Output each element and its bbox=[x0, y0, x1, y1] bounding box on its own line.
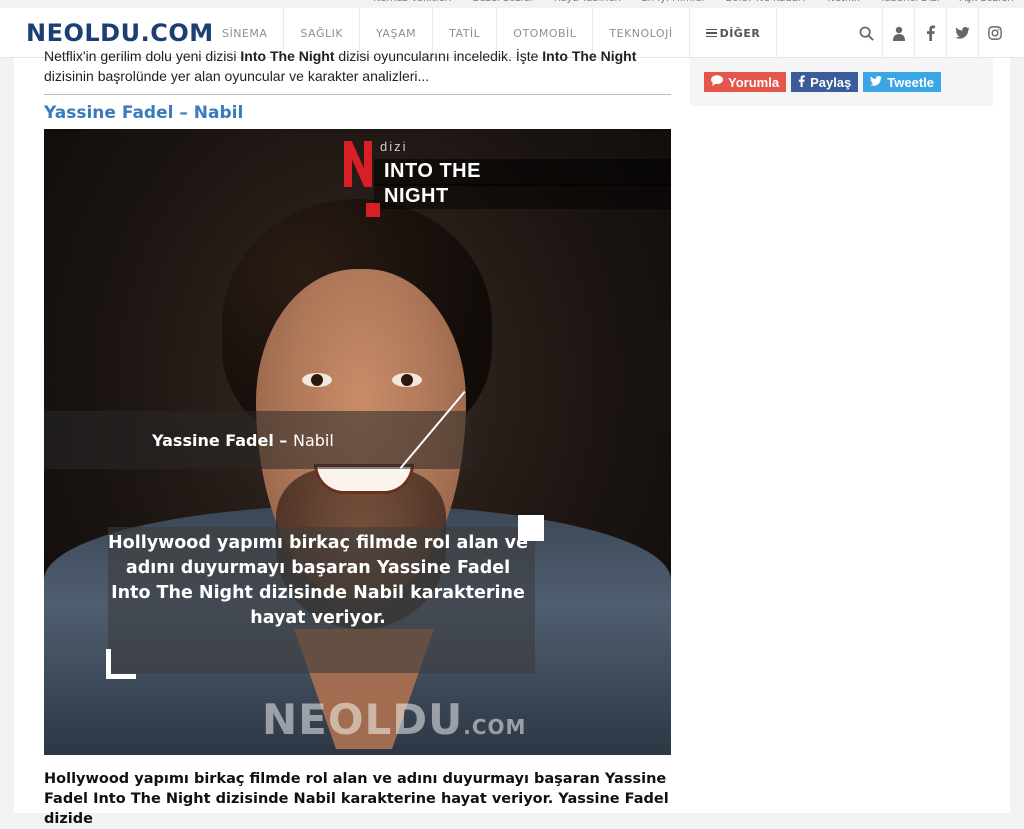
top-link[interactable]: En İyi Filmler bbox=[641, 0, 705, 4]
character-name: Nabil bbox=[292, 431, 334, 450]
menu-icon bbox=[705, 27, 717, 40]
image-quote: Hollywood yapımı birkaç filmde rol alan … bbox=[108, 533, 528, 628]
top-link[interactable]: Namaz Vakitleri bbox=[373, 0, 451, 4]
actor-photo[interactable]: dizi INTO THE NIGHT Yassine Fadel – Nabil… bbox=[44, 129, 671, 755]
search-icon[interactable] bbox=[850, 8, 882, 58]
comment-button[interactable]: Yorumla bbox=[704, 72, 787, 92]
series-title: INTO THE NIGHT bbox=[384, 160, 481, 207]
dizi-label: dizi bbox=[380, 139, 408, 154]
actor-name: Yassine Fadel – bbox=[152, 431, 293, 450]
share-panel: Yorumla Paylaş Tweetle bbox=[690, 58, 993, 106]
twitter-share-button[interactable]: Tweetle bbox=[863, 72, 941, 92]
facebook-share-button[interactable]: Paylaş bbox=[791, 72, 859, 92]
user-icon[interactable] bbox=[882, 8, 914, 58]
divider bbox=[44, 94, 671, 95]
header-icons bbox=[850, 8, 1010, 58]
section-heading: Yassine Fadel – Nabil bbox=[44, 103, 244, 123]
top-link[interactable]: Rüya Tabirleri bbox=[554, 0, 622, 4]
twitter-icon bbox=[870, 75, 883, 89]
logo-text: NEOLDU.COM bbox=[26, 19, 214, 47]
watermark: NEOLDU.COM bbox=[262, 695, 527, 744]
top-link[interactable]: Güzel Sözler bbox=[472, 0, 534, 4]
top-link[interactable]: Aşk Sözleri bbox=[959, 0, 1014, 4]
comment-icon bbox=[711, 75, 723, 89]
top-link[interactable]: Yabancı Dizi bbox=[880, 0, 940, 4]
page-content: Netflix'in gerilim dolu yeni dizisi Into… bbox=[14, 48, 1010, 827]
facebook-icon[interactable] bbox=[914, 8, 946, 58]
top-link[interactable]: Netflix bbox=[827, 0, 860, 4]
site-logo[interactable]: NEOLDU.COM bbox=[26, 18, 214, 48]
facebook-icon bbox=[798, 74, 805, 90]
article: Netflix'in gerilim dolu yeni dizisi Into… bbox=[44, 48, 671, 829]
top-link[interactable]: Bolu? Ne Kadar? bbox=[725, 0, 807, 4]
instagram-icon[interactable] bbox=[978, 8, 1010, 58]
more-label: DİĞER bbox=[719, 27, 761, 40]
top-links-strip: Namaz Vakitleri Güzel Sözler Rüya Tabirler… bbox=[0, 0, 1024, 8]
twitter-icon[interactable] bbox=[946, 8, 978, 58]
article-intro: Netflix'in gerilim dolu yeni dizisi Into… bbox=[44, 48, 637, 84]
nav-more-button[interactable]: DİĞER bbox=[690, 8, 778, 58]
article-caption: Hollywood yapımı birkaç filmde rol alan … bbox=[44, 771, 669, 827]
